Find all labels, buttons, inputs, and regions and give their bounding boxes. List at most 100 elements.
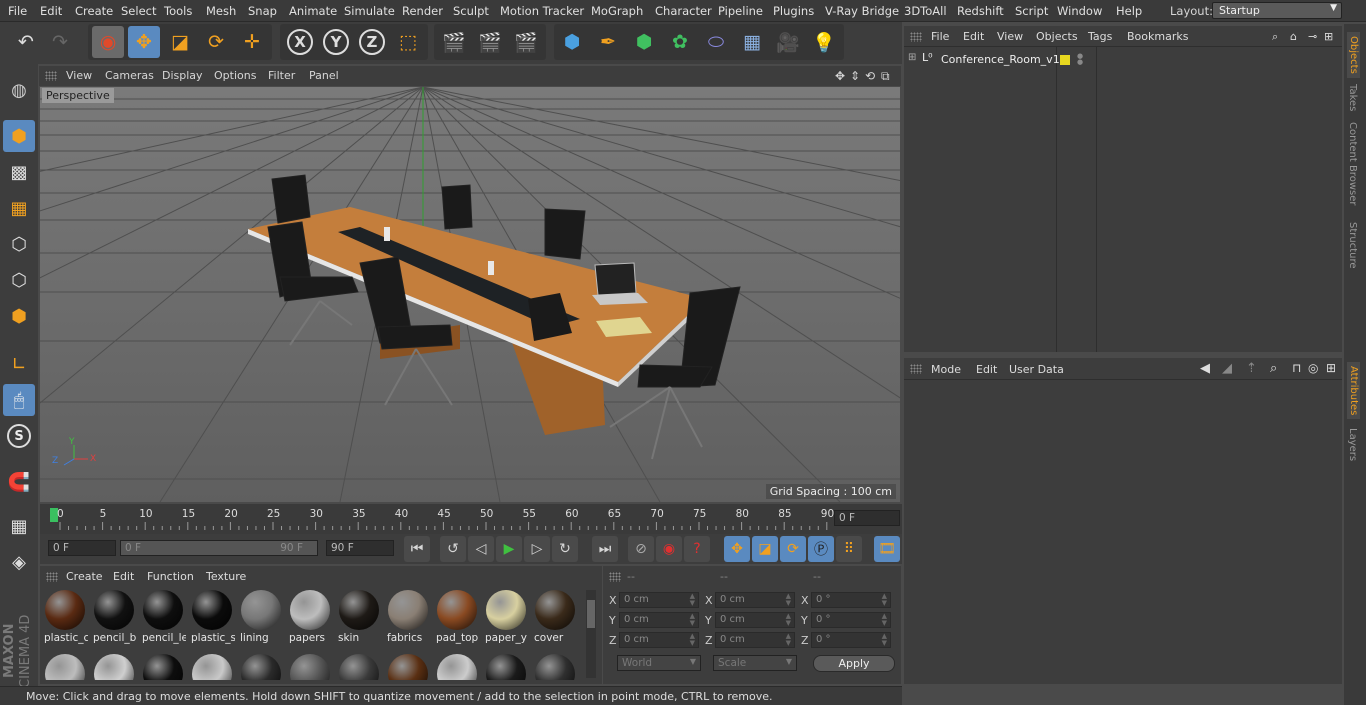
menu-render[interactable]: Render [402,4,443,18]
coord-value-field[interactable]: 0 cm ▲ ▼ [715,632,795,648]
apply-button[interactable]: Apply [813,655,895,672]
material-menu-create[interactable]: Create [66,570,103,583]
move-tool-button[interactable]: ✥ [128,26,160,58]
key-parameter-button[interactable]: Ⓟ [808,536,834,562]
prev-frame-button[interactable]: ◁ [468,536,494,562]
y-axis-button[interactable]: Y [320,26,352,58]
material-swatch[interactable] [434,652,480,680]
menu-v-ray-bridge[interactable]: V-Ray Bridge [825,4,899,18]
tab-layers[interactable]: Layers [1347,428,1358,461]
coord-value-field[interactable]: 0 ° ▲ ▼ [811,632,891,648]
render-view-button[interactable]: 🎬 [438,26,470,58]
attributes-menu-userdata[interactable]: User Data [1009,363,1064,376]
next-frame-button[interactable]: ▷ [524,536,550,562]
frame-range-slider[interactable]: 0 F 90 F [120,540,318,556]
material-swatch[interactable] [532,652,578,680]
coord-value-field[interactable]: 0 cm ▲ ▼ [715,592,795,608]
coord-value-field[interactable]: 0 ° ▲ ▼ [811,592,891,608]
key-position-button[interactable]: ✥ [724,536,750,562]
coord-value-field[interactable]: 0 ° ▲ ▼ [811,612,891,628]
menu-help[interactable]: Help [1116,4,1142,18]
material-scrollbar[interactable] [586,590,596,678]
up-arrow-icon[interactable]: ⇡ [1246,361,1257,376]
keyframe-selection-button[interactable]: ? [684,536,710,562]
key-rotation-button[interactable]: ⟳ [780,536,806,562]
dolly-view-icon[interactable]: ⇕ [850,69,860,83]
subdivision-button[interactable]: ⬢ [628,26,660,58]
live-selection-button[interactable]: ◉ [92,26,124,58]
scale-tool-button[interactable]: ◪ [164,26,196,58]
menu-sculpt[interactable]: Sculpt [453,4,489,18]
pen-button[interactable]: ✒ [592,26,624,58]
material-swatch[interactable] [483,652,529,680]
material-swatch[interactable] [91,652,137,680]
menu-window[interactable]: Window [1057,4,1102,18]
model-mode-button[interactable]: ⬢ [3,120,35,152]
autokey-button[interactable]: ◉ [656,536,682,562]
material-swatch[interactable]: plastic_c [42,588,88,646]
menu-pipeline[interactable]: Pipeline [718,4,763,18]
render-picture-viewer-button[interactable]: 🎬 [474,26,506,58]
edges-mode-button[interactable]: ⬡ [3,264,35,296]
material-menu-edit[interactable]: Edit [113,570,134,583]
render-settings-button[interactable]: 🎬 [510,26,542,58]
stepper-icon[interactable]: ▲ ▼ [690,593,695,607]
menu-3dtoall[interactable]: 3DToAll [904,4,947,18]
tab-objects[interactable]: Objects [1347,32,1360,78]
link-icon[interactable]: ⊸ [1308,30,1317,43]
stepper-icon[interactable]: ▲ ▼ [786,593,791,607]
material-swatch[interactable] [385,652,431,680]
record-active-button[interactable]: ⊘ [628,536,654,562]
texture-mode-button[interactable]: ▩ [3,156,35,188]
material-swatch[interactable]: lining [238,588,284,646]
polygons-mode-button[interactable]: ⬢ [3,300,35,332]
viewport-menu-panel[interactable]: Panel [309,69,339,82]
viewport-menu-options[interactable]: Options [214,69,256,82]
menu-character[interactable]: Character [655,4,712,18]
object-name[interactable]: Conference_Room_v1 [941,53,1060,66]
floor-button[interactable]: ▦ [736,26,768,58]
stepper-icon[interactable]: ▲ ▼ [786,633,791,647]
menu-redshift[interactable]: Redshift [957,4,1004,18]
viewport-menu-filter[interactable]: Filter [268,69,295,82]
menu-create[interactable]: Create [75,4,113,18]
cloner-button[interactable]: ✿ [664,26,696,58]
attributes-menu-mode[interactable]: Mode [931,363,961,376]
material-swatch[interactable] [140,652,186,680]
goto-start-button[interactable]: ⏮ [404,536,430,562]
make-editable-button[interactable]: ◍ [3,74,35,106]
expand-tree-icon[interactable]: ⊞ [908,52,916,63]
solo-button[interactable]: S [3,420,35,452]
workplane-button[interactable]: ▦ [3,192,35,224]
tweak-mode-button[interactable]: 🖱 [3,384,35,416]
key-pla-button[interactable]: ⠿ [836,536,862,562]
expand-icon[interactable]: ⊞ [1324,30,1333,43]
timeline-ruler[interactable]: 0 5 10 15 20 25 30 35 40 45 50 55 60 65 70 75 80 85 90 0 F [40,504,902,534]
material-swatch[interactable]: plastic_s [189,588,235,646]
rotate-view-icon[interactable]: ⟲ [865,69,875,83]
material-swatch[interactable]: fabrics [385,588,431,646]
start-frame-field[interactable]: 0 F [48,540,116,556]
expand-icon[interactable]: ⊞ [1326,361,1336,375]
maximize-view-icon[interactable]: ⧉ [881,69,890,84]
rotate-tool-button[interactable]: ⟳ [200,26,232,58]
stepper-icon[interactable]: ▲ ▼ [882,613,887,627]
stepper-icon[interactable]: ▲ ▼ [786,613,791,627]
workplane-lock-button[interactable]: ◈ [3,546,35,578]
coord-system-select[interactable]: World ▼ [617,655,701,671]
x-axis-button[interactable]: X [284,26,316,58]
viewport-menu-view[interactable]: View [66,69,92,82]
coord-value-field[interactable]: 0 cm ▲ ▼ [619,612,699,628]
target-icon[interactable]: ◎ [1308,361,1318,375]
menu-script[interactable]: Script [1015,4,1048,18]
lock-icon[interactable]: ⊓ [1292,361,1301,375]
key-scale-button[interactable]: ◪ [752,536,778,562]
back-arrow-icon[interactable]: ◀ [1200,361,1210,376]
material-swatch[interactable] [287,652,333,680]
stepper-icon[interactable]: ▲ ▼ [690,613,695,627]
menu-simulate[interactable]: Simulate [344,4,395,18]
material-menu-texture[interactable]: Texture [206,570,246,583]
goto-end-button[interactable]: ⏭ [592,536,618,562]
menu-motion-tracker[interactable]: Motion Tracker [500,4,584,18]
menu-mograph[interactable]: MoGraph [591,4,643,18]
